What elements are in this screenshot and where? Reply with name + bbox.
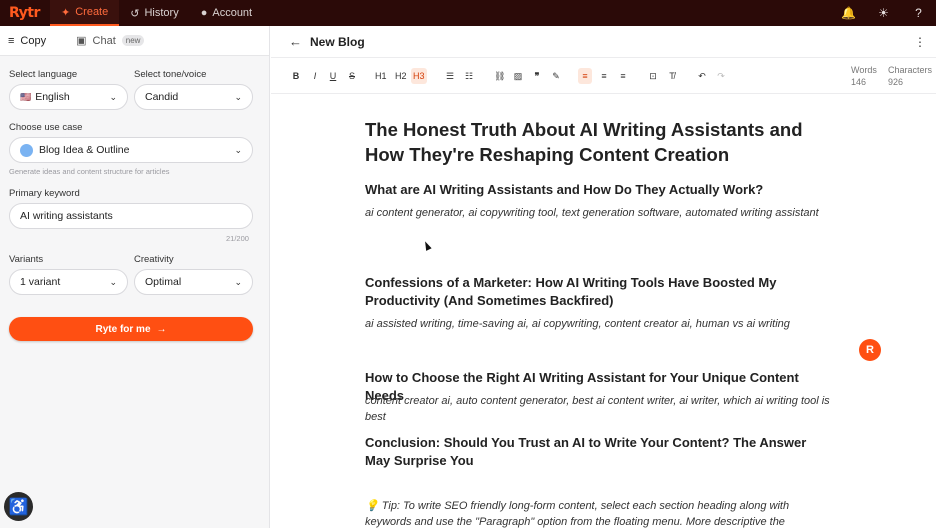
user-icon: ● <box>200 7 208 19</box>
quote-icon[interactable]: ❞ <box>530 68 544 84</box>
h2-button[interactable]: H2 <box>393 68 409 84</box>
ryte-button-label: Ryte for me <box>95 323 151 335</box>
bold-button[interactable]: B <box>289 68 303 84</box>
h3-button[interactable]: H3 <box>411 68 427 84</box>
words-label: Words <box>851 65 877 75</box>
h1-button[interactable]: H1 <box>373 68 389 84</box>
highlight-icon[interactable]: ✎ <box>549 68 563 84</box>
tab-copy[interactable]: ≡ Copy <box>0 26 54 56</box>
help-icon[interactable]: ? <box>901 6 936 20</box>
tab-copy-label: Copy <box>20 34 47 47</box>
ryte-for-me-button[interactable]: Ryte for me → <box>9 317 253 341</box>
use-case-icon <box>20 143 33 157</box>
link-icon[interactable]: ⛓ <box>492 68 507 84</box>
nav-tab-history[interactable]: ↺ History <box>119 0 189 26</box>
document-header: ← New Blog ⋮ <box>271 26 936 58</box>
strikethrough-button[interactable]: S <box>345 68 359 84</box>
use-case-select[interactable]: Blog Idea & Outline ⌄ <box>9 137 253 163</box>
tone-label: Select tone/voice <box>134 69 207 80</box>
rytr-logo[interactable]: Rytr <box>0 5 50 21</box>
arrow-right-icon: → <box>156 323 167 335</box>
creativity-label: Creativity <box>134 254 174 265</box>
chat-icon: ▣ <box>76 35 87 47</box>
sparkle-icon: ✦ <box>61 6 71 19</box>
section-keywords: ai content generator, ai copywriting too… <box>365 207 819 219</box>
nav-tab-label: Account <box>212 7 253 19</box>
italic-button[interactable]: I <box>308 68 322 84</box>
language-label: Select language <box>9 69 78 80</box>
variants-label: Variants <box>9 254 44 265</box>
use-case-value: Blog Idea & Outline <box>39 144 130 156</box>
numbered-list-icon[interactable]: ☷ <box>462 68 476 84</box>
nav-tab-create[interactable]: ✦ Create <box>50 0 120 26</box>
fullscreen-icon[interactable]: ⊡ <box>646 68 660 84</box>
clear-format-icon[interactable]: T̸ <box>665 68 679 84</box>
words-value: 146 <box>851 77 867 87</box>
flag-icon: 🇺🇸 <box>20 91 32 102</box>
section-heading: Conclusion: Should You Trust an AI to Wr… <box>365 435 807 468</box>
section-keywords: content creator ai, auto content generat… <box>365 395 830 423</box>
nav-tab-label: Create <box>75 6 109 18</box>
new-badge: new <box>121 35 145 46</box>
tab-chat-label: Chat <box>92 34 116 47</box>
variants-value: 1 variant <box>20 276 61 288</box>
bullet-list-icon[interactable]: ☰ <box>443 68 457 84</box>
chevron-down-icon: ⌄ <box>109 91 117 102</box>
section-heading: Confessions of a Marketer: How AI Writin… <box>365 275 777 308</box>
keyword-value: AI writing assistants <box>20 210 113 222</box>
use-case-hint: Generate ideas and content structure for… <box>9 167 170 176</box>
menu-lines-icon: ≡ <box>8 34 15 47</box>
mouse-cursor-icon <box>422 240 432 251</box>
tab-chat[interactable]: ▣ Chat new <box>68 26 152 56</box>
editor-toolbar: B I U S H1 H2 H3 ☰ ☷ ⛓ ▨ ❞ ✎ ≡ ≡ ≡ ⊡ T̸ … <box>271 58 936 94</box>
chevron-down-icon: ⌄ <box>234 276 242 287</box>
sun-icon[interactable]: ☀ <box>866 6 901 20</box>
creativity-value: Optimal <box>145 276 182 288</box>
sidebar: ≡ Copy ▣ Chat new Select language 🇺🇸 Eng… <box>0 26 270 528</box>
section-heading: What are AI Writing Assistants and How D… <box>365 182 764 197</box>
underline-button[interactable]: U <box>326 68 340 84</box>
chevron-down-icon: ⌄ <box>109 276 117 287</box>
use-case-label: Choose use case <box>9 122 83 133</box>
chevron-down-icon: ⌄ <box>234 91 242 102</box>
align-left-icon[interactable]: ≡ <box>578 68 592 84</box>
bell-icon[interactable]: 🔔 <box>831 6 866 20</box>
image-icon[interactable]: ▨ <box>511 68 525 84</box>
rytr-floating-button[interactable]: R <box>859 339 881 361</box>
language-value: English <box>35 91 70 103</box>
section-keywords: ai assisted writing, time-saving ai, ai … <box>365 318 790 330</box>
nav-right-icons: 🔔 ☀ ? <box>831 6 936 20</box>
nav-tab-account[interactable]: ● Account <box>190 0 263 26</box>
variants-select[interactable]: 1 variant ⌄ <box>9 269 128 295</box>
undo-icon[interactable]: ↶ <box>695 68 709 84</box>
tone-value: Candid <box>145 91 179 103</box>
blog-title-heading: The Honest Truth About AI Writing Assist… <box>365 119 803 165</box>
more-options-icon[interactable]: ⋮ <box>914 35 926 49</box>
align-center-icon[interactable]: ≡ <box>597 68 611 84</box>
redo-icon[interactable]: ↷ <box>714 68 728 84</box>
tip-text: 💡 Tip: To write SEO friendly long-form c… <box>365 500 790 528</box>
history-icon: ↺ <box>130 7 140 20</box>
sidebar-tabs: ≡ Copy ▣ Chat new <box>0 26 269 56</box>
word-count: Words 146 <box>851 64 877 88</box>
keyword-input[interactable]: AI writing assistants <box>9 203 253 229</box>
creativity-select[interactable]: Optimal ⌄ <box>134 269 253 295</box>
chevron-down-icon: ⌄ <box>234 144 242 155</box>
language-select[interactable]: 🇺🇸 English ⌄ <box>9 84 128 110</box>
accessibility-icon[interactable]: ♿ <box>4 492 33 521</box>
back-arrow-icon[interactable]: ← <box>289 34 302 49</box>
keyword-label: Primary keyword <box>9 188 80 199</box>
nav-tab-label: History <box>144 7 179 19</box>
characters-label: Characters <box>888 65 933 75</box>
character-count: Characters 926 <box>888 64 932 88</box>
top-nav: Rytr ✦ Create ↺ History ● Account 🔔 ☀ ? <box>0 0 936 26</box>
keyword-counter: 21/200 <box>226 234 249 243</box>
align-right-icon[interactable]: ≡ <box>616 68 630 84</box>
document-title[interactable]: New Blog <box>310 35 365 49</box>
tone-select[interactable]: Candid ⌄ <box>134 84 253 110</box>
characters-value: 926 <box>888 77 904 87</box>
